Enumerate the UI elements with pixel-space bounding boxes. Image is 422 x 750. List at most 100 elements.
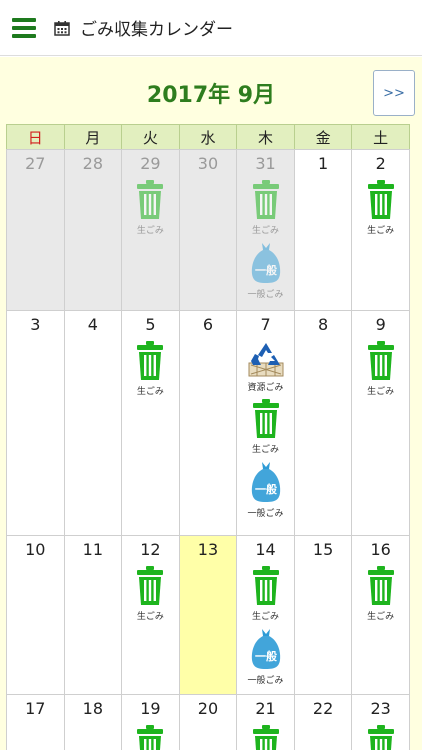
app-header: ごみ収集カレンダー xyxy=(0,0,422,56)
day-number: 17 xyxy=(25,699,46,718)
weekday-header: 月 xyxy=(63,124,123,150)
calendar-week-row: 27 28 29 生ごみ 30 31 生ごみ 一般 一般ごみ 1 2 生ごみ xyxy=(6,149,416,311)
calendar-day-cell[interactable]: 4 xyxy=(63,310,123,536)
waste-item-burnable: 生ごみ xyxy=(136,566,164,622)
weekday-header: 木 xyxy=(236,124,295,150)
weekday-header: 土 xyxy=(351,124,410,150)
calendar-week-row: 17 18 19 生ごみ 20 21 生ごみ 22 23 生ごみ xyxy=(6,694,416,750)
trash-bin-icon xyxy=(136,566,164,606)
calendar-day-cell[interactable]: 1 xyxy=(293,149,353,311)
trash-bin-icon xyxy=(367,180,395,220)
calendar-day-cell[interactable]: 14 生ごみ 一般 一般ごみ xyxy=(236,535,295,695)
waste-item-burnable: 生ごみ xyxy=(367,566,395,622)
garbage-bag-icon: 一般 xyxy=(249,461,283,503)
calendar-day-cell[interactable]: 8 xyxy=(293,310,353,536)
waste-label: 生ごみ xyxy=(136,387,164,397)
day-number: 19 xyxy=(140,699,161,718)
day-number: 2 xyxy=(375,154,386,173)
waste-item-burnable: 生ごみ xyxy=(367,725,395,750)
trash-bin-icon xyxy=(252,399,280,439)
calendar-day-cell[interactable]: 22 xyxy=(293,694,353,750)
calendar-week-row: 345 生ごみ 6 7 資源ごみ 生ごみ 一般 一般ごみ 8 9 生ごみ xyxy=(6,310,416,536)
day-number: 13 xyxy=(197,540,219,559)
waste-item-burnable: 生ごみ xyxy=(367,180,395,236)
day-number: 10 xyxy=(25,540,46,559)
day-number: 8 xyxy=(318,315,329,334)
waste-label: 資源ごみ xyxy=(247,383,284,393)
weekday-header: 火 xyxy=(121,124,180,150)
calendar-day-cell[interactable]: 6 xyxy=(178,310,238,536)
day-number: 29 xyxy=(140,154,161,173)
calendar-day-cell[interactable]: 9 生ごみ xyxy=(351,310,410,536)
day-number: 18 xyxy=(82,699,104,718)
calendar-day-cell[interactable]: 19 生ごみ xyxy=(121,694,180,750)
calendar-day-cell[interactable]: 15 xyxy=(293,535,353,695)
calendar-day-cell[interactable]: 10 xyxy=(6,535,65,695)
waste-item-burnable: 生ごみ xyxy=(252,725,280,750)
calendar-day-cell[interactable]: 3 xyxy=(6,310,65,536)
calendar-day-cell[interactable]: 23 生ごみ xyxy=(351,694,410,750)
waste-label: 生ごみ xyxy=(367,387,395,397)
calendar-day-cell[interactable]: 31 生ごみ 一般 一般ごみ xyxy=(236,149,295,311)
trash-bin-icon xyxy=(252,180,280,220)
calendar-grid: 日月火水木金土 27 28 29 生ごみ 30 31 生ごみ 一般 一般ごみ 1 2 生ごみ 3… xyxy=(6,124,416,750)
app-title: ごみ収集カレンダー xyxy=(80,20,233,40)
calendar-day-cell[interactable]: 17 xyxy=(6,694,65,750)
calendar-day-cell[interactable]: 28 xyxy=(63,149,123,311)
calendar-day-cell[interactable]: 12 生ごみ xyxy=(121,535,180,695)
calendar-day-cell[interactable]: 5 生ごみ xyxy=(121,310,180,536)
calendar-day-cell[interactable]: 16 生ごみ xyxy=(351,535,410,695)
waste-label: 生ごみ xyxy=(252,445,280,455)
trash-bin-icon xyxy=(136,180,164,220)
waste-item-burnable: 生ごみ xyxy=(136,725,164,750)
waste-label: 生ごみ xyxy=(136,612,164,622)
weekday-header: 水 xyxy=(178,124,238,150)
day-number: 16 xyxy=(370,540,391,559)
calendar-day-cell[interactable]: 21 生ごみ xyxy=(236,694,295,750)
trash-bin-icon xyxy=(367,566,395,606)
month-header: 2017年 9月 >> xyxy=(0,57,422,123)
day-number: 1 xyxy=(318,154,329,173)
next-month-button[interactable]: >> xyxy=(373,70,415,116)
waste-label: 生ごみ xyxy=(367,612,395,622)
svg-text:一般: 一般 xyxy=(255,263,277,277)
trash-bin-icon xyxy=(252,566,280,606)
calendar-weeks: 27 28 29 生ごみ 30 31 生ごみ 一般 一般ごみ 1 2 生ごみ 3 4 5 xyxy=(6,149,416,750)
weekday-header-row: 日月火水木金土 xyxy=(6,124,416,150)
recycle-icon xyxy=(247,341,285,377)
day-number: 5 xyxy=(145,315,156,334)
calendar-day-cell[interactable]: 27 xyxy=(6,149,65,311)
waste-item-burnable: 生ごみ xyxy=(136,341,164,397)
day-number: 11 xyxy=(82,540,104,559)
calendar-icon xyxy=(54,20,70,36)
day-number: 30 xyxy=(197,154,219,173)
calendar-day-cell[interactable]: 18 xyxy=(63,694,123,750)
calendar-day-cell-today[interactable]: 13 xyxy=(178,535,238,695)
day-number: 20 xyxy=(197,699,219,718)
svg-text:一般: 一般 xyxy=(255,482,277,496)
calendar-day-cell[interactable]: 30 xyxy=(178,149,238,311)
day-number: 3 xyxy=(30,315,41,334)
day-number: 6 xyxy=(202,315,214,334)
calendar-day-cell[interactable]: 2 生ごみ xyxy=(351,149,410,311)
hamburger-menu-icon[interactable] xyxy=(12,17,36,38)
waste-item-burnable: 生ごみ xyxy=(252,399,280,455)
calendar-content: 2017年 9月 >> 日月火水木金土 27 28 29 生ごみ 30 31 生ごみ 一… xyxy=(0,57,422,750)
waste-item-burnable: 生ごみ xyxy=(252,566,280,622)
trash-bin-icon xyxy=(367,341,395,381)
calendar-day-cell[interactable]: 11 xyxy=(63,535,123,695)
waste-label: 生ごみ xyxy=(367,226,395,236)
trash-bin-icon xyxy=(367,725,395,750)
waste-label: 一般ごみ xyxy=(247,509,284,519)
calendar-day-cell[interactable]: 7 資源ごみ 生ごみ 一般 一般ごみ xyxy=(236,310,295,536)
calendar-day-cell[interactable]: 20 xyxy=(178,694,238,750)
calendar-week-row: 10 11 12 生ごみ 13 14 生ごみ 一般 一般ごみ 15 16 生ごみ xyxy=(6,535,416,695)
calendar-day-cell[interactable]: 29 生ごみ xyxy=(121,149,180,311)
svg-text:一般: 一般 xyxy=(255,649,277,663)
day-number: 9 xyxy=(375,315,386,334)
day-number: 21 xyxy=(255,699,276,718)
day-number: 4 xyxy=(87,315,98,334)
day-number: 12 xyxy=(140,540,161,559)
day-number: 14 xyxy=(255,540,276,559)
waste-item-burnable: 生ごみ xyxy=(252,180,280,236)
